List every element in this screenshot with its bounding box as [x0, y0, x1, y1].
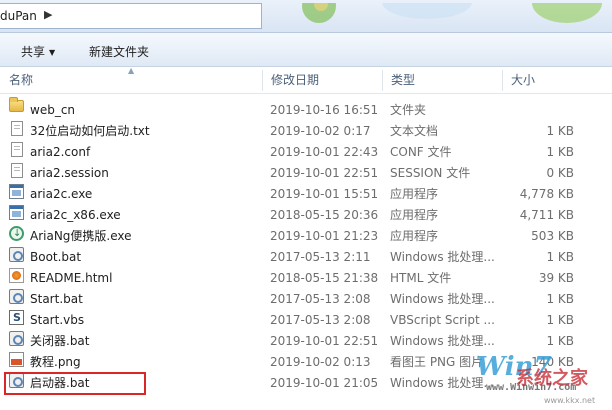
address-box[interactable]: duPan ▶: [0, 3, 262, 29]
file-row[interactable]: AriaNg便携版.exe 2019-10-01 21:23 应用程序 503 KB: [0, 223, 612, 247]
file-date: 2019-10-01 22:43: [270, 145, 379, 159]
file-date: 2019-10-01 22:51: [270, 166, 379, 180]
file-row[interactable]: aria2.conf 2019-10-01 22:43 CONF 文件 1 KB: [0, 142, 612, 163]
file-date: 2019-10-02 0:13: [270, 355, 371, 369]
file-date: 2019-10-02 0:17: [270, 124, 371, 138]
file-name: aria2c.exe: [30, 187, 93, 201]
file-date: 2019-10-01 21:23: [270, 229, 379, 243]
new-folder-button[interactable]: 新建文件夹: [89, 43, 149, 60]
share-button[interactable]: 共享 ▼: [21, 43, 55, 60]
file-type: Windows 批处理...: [390, 334, 495, 348]
file-size: 0 KB: [546, 166, 574, 180]
file-row[interactable]: Boot.bat 2017-05-13 2:11 Windows 批处理... 1 K…: [0, 247, 612, 268]
column-type[interactable]: 类型: [382, 67, 502, 93]
file-name: Start.bat: [30, 292, 83, 306]
file-size: 1 KB: [546, 334, 574, 348]
ariang-icon: [9, 223, 24, 244]
dropdown-arrow-icon: ▼: [49, 48, 56, 57]
file-date: 2018-05-15 20:36: [270, 208, 379, 222]
file-name: 32位启动如何启动.txt: [30, 124, 150, 138]
file-size: 1 KB: [546, 124, 574, 138]
file-type: 应用程序: [390, 229, 439, 243]
file-date: 2017-05-13 2:08: [270, 292, 371, 306]
file-list: web_cn 2019-10-16 16:51 文件夹 32位启动如何启动.txt 20…: [0, 97, 612, 394]
file-type: SESSION 文件: [390, 166, 471, 180]
file-size: 4,711 KB: [519, 208, 574, 222]
file-name: aria2.conf: [30, 145, 91, 159]
file-size: 1 KB: [546, 250, 574, 264]
file-date: 2019-10-16 16:51: [270, 103, 379, 117]
file-size: 503 KB: [531, 229, 574, 243]
column-header: ▲ 名称 修改日期 类型 大小: [0, 66, 612, 94]
file-name: README.html: [30, 271, 113, 285]
file-name: web_cn: [30, 103, 76, 117]
file-name: aria2.session: [30, 166, 109, 180]
file-size: 1 KB: [546, 145, 574, 159]
text-file-icon: [11, 121, 23, 136]
file-type: 文件夹: [390, 103, 427, 117]
file-date: 2019-10-01 22:51: [270, 334, 379, 348]
column-size[interactable]: 大小: [502, 67, 612, 93]
batch-file-icon: [9, 247, 24, 262]
address-bar: duPan ▶: [0, 0, 612, 33]
file-row[interactable]: Start.bat 2017-05-13 2:08 Windows 批处理... 1 …: [0, 289, 612, 310]
file-row[interactable]: aria2c.exe 2019-10-01 15:51 应用程序 4,778 KB: [0, 184, 612, 205]
file-size: 1 KB: [546, 292, 574, 306]
watermark-url-secondary: www.kkx.net: [544, 396, 596, 405]
file-type: 应用程序: [390, 208, 439, 222]
file-row[interactable]: Start.vbs 2017-05-13 2:08 VBScript Script …: [0, 307, 612, 331]
file-name: Boot.bat: [30, 250, 82, 264]
file-row[interactable]: 关闭器.bat 2019-10-01 22:51 Windows 批处理... 1 K…: [0, 331, 612, 352]
file-name: aria2c_x86.exe: [30, 208, 121, 222]
file-name: AriaNg便携版.exe: [30, 229, 132, 243]
command-bar: 共享 ▼ 新建文件夹: [0, 33, 612, 67]
watermark-url: www.Winwin7.com: [486, 382, 577, 393]
folder-icon: [9, 97, 24, 112]
blank-file-icon: [11, 163, 23, 178]
vbscript-file-icon: [9, 307, 24, 328]
file-row[interactable]: 32位启动如何启动.txt 2019-10-02 0:17 文本文档 1 KB: [0, 121, 612, 142]
highlight-box: [4, 372, 146, 395]
file-type: CONF 文件: [390, 145, 452, 159]
file-date: 2017-05-13 2:08: [270, 313, 371, 327]
file-size: 4,778 KB: [519, 187, 574, 201]
file-size: 1 KB: [546, 313, 574, 327]
file-date: 2017-05-13 2:11: [270, 250, 371, 264]
file-type: VBScript Script ...: [390, 313, 495, 327]
blurred-background: [262, 3, 612, 29]
column-date[interactable]: 修改日期: [262, 67, 382, 93]
file-name: Start.vbs: [30, 313, 85, 327]
blank-file-icon: [11, 142, 23, 157]
file-type: Windows 批处理...: [390, 292, 495, 306]
batch-file-icon: [9, 331, 24, 346]
file-row[interactable]: aria2.session 2019-10-01 22:51 SESSION 文件 0…: [0, 163, 612, 184]
file-row[interactable]: aria2c_x86.exe 2018-05-15 20:36 应用程序 4,711 …: [0, 205, 612, 226]
file-date: 2018-05-15 21:38: [270, 271, 379, 285]
file-name: 教程.png: [30, 355, 81, 369]
file-size: 39 KB: [538, 271, 574, 285]
file-date: 2019-10-01 21:05: [270, 376, 379, 390]
file-row[interactable]: README.html 2018-05-15 21:38 HTML 文件 39 KB: [0, 268, 612, 289]
file-type: 应用程序: [390, 187, 439, 201]
png-file-icon: [9, 352, 24, 367]
file-type: 文本文档: [390, 124, 439, 138]
exe-icon: [9, 184, 24, 199]
file-date: 2019-10-01 15:51: [270, 187, 379, 201]
html-file-icon: [9, 268, 24, 283]
file-type: Windows 批处理...: [390, 250, 495, 264]
watermark: Win7 系统之家 www.Winwin7.com www.kkx.net: [470, 352, 612, 410]
file-name: 关闭器.bat: [30, 334, 90, 348]
column-name[interactable]: 名称: [0, 67, 262, 93]
batch-file-icon: [9, 289, 24, 304]
file-row[interactable]: web_cn 2019-10-16 16:51 文件夹: [0, 97, 612, 121]
address-path: duPan: [0, 9, 37, 23]
exe-icon: [9, 205, 24, 220]
chevron-right-icon[interactable]: ▶: [44, 8, 52, 21]
file-type: HTML 文件: [390, 271, 452, 285]
